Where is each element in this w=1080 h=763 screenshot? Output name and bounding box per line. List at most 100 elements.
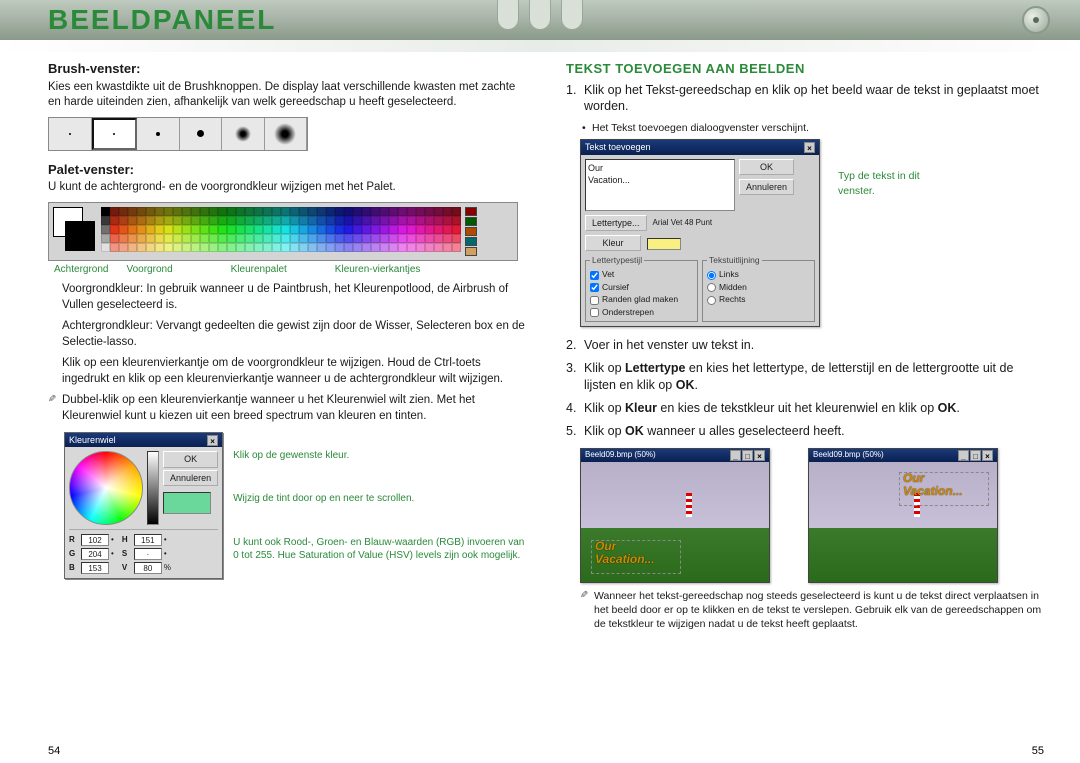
- color-wheel-dialog: Kleurenwiel × OK Annuleren: [64, 432, 223, 579]
- g-label: G: [69, 549, 79, 560]
- left-column: Brush-venster: Kies een kwastdikte uit d…: [48, 60, 526, 635]
- wheel-cap-1: Klik op de gewenste kleur.: [233, 449, 526, 463]
- page-spread: BEELDPANEEL Brush-venster: Kies een kwas…: [0, 0, 1080, 763]
- overlay-text: OurVacation...: [595, 540, 655, 566]
- result-thumbnails: Beeld09.bmp (50%)_□× OurVacation... Beel…: [580, 448, 1044, 583]
- h-field[interactable]: 151: [134, 534, 162, 546]
- rad-right[interactable]: Rechts: [707, 294, 810, 305]
- brush-cell[interactable]: [49, 118, 92, 150]
- brush-cell[interactable]: [265, 118, 308, 150]
- style-legend: Lettertypestijl: [590, 255, 644, 266]
- wheel-captions: Klik op de gewenste kleur. Wijzig de tin…: [233, 432, 526, 579]
- s-field[interactable]: ·: [134, 548, 162, 560]
- steps-list: Klik op het Tekst-gereedschap en klik op…: [566, 82, 1044, 116]
- content-columns: Brush-venster: Kies een kwastdikte uit d…: [0, 52, 1080, 635]
- steps-list-2: Voer in het venster uw tekst in. Klik op…: [566, 337, 1044, 439]
- foreground-swatch[interactable]: [65, 221, 95, 251]
- wheel-tip: Dubbel-klik op een kleurenvierkantje wan…: [48, 393, 526, 424]
- ok-button[interactable]: OK: [163, 451, 218, 467]
- h-label: H: [122, 535, 132, 546]
- thumb-title: Beeld09.bmp (50%): [813, 450, 884, 461]
- wheel-cap-2: Wijzig de tint door op en neer te scroll…: [233, 492, 526, 506]
- click-note: Klik op een kleurenvierkantje om de voor…: [62, 356, 526, 387]
- brush-strip: [48, 117, 308, 151]
- color-wheel[interactable]: [69, 451, 143, 525]
- label-bg: Achtergrond: [54, 263, 108, 277]
- close-icon[interactable]: ×: [754, 450, 765, 461]
- close-icon[interactable]: ×: [804, 142, 815, 153]
- max-icon[interactable]: □: [742, 450, 753, 461]
- dialog-body: OK Annuleren R102• G204• B153: [65, 447, 222, 578]
- label-sq: Kleuren-vierkantjes: [335, 263, 421, 277]
- b-label: B: [69, 563, 79, 574]
- brush-heading: Brush-venster:: [48, 60, 526, 78]
- cancel-button[interactable]: Annuleren: [163, 470, 218, 486]
- palette-panel: [48, 202, 518, 261]
- text-entry-area[interactable]: Our Vacation...: [585, 159, 735, 211]
- thumb-2: Beeld09.bmp (50%) _□× OurVacation...: [808, 448, 998, 583]
- r-field[interactable]: 102: [81, 534, 109, 546]
- overlay-text: OurVacation...: [903, 472, 963, 498]
- label-pal: Kleurenpalet: [231, 263, 287, 277]
- brush-cell[interactable]: [137, 118, 180, 150]
- lighthouse-icon: [686, 493, 692, 517]
- page-title: BEELDPANEEL: [0, 4, 1080, 40]
- close-icon[interactable]: ×: [982, 450, 993, 461]
- palette-desc: U kunt de achtergrond- en de voorgrondkl…: [48, 180, 526, 196]
- tint-swatch: [163, 492, 211, 514]
- brush-cell[interactable]: [222, 118, 265, 150]
- dialog-side-caption: Typ de tekst in dit venster.: [838, 169, 938, 197]
- brush-desc: Kies een kwastdikte uit de Brushknoppen.…: [48, 80, 526, 111]
- thumb-1: Beeld09.bmp (50%)_□× OurVacation...: [580, 448, 770, 583]
- dialog-titlebar: Tekst toevoegen ×: [581, 140, 819, 154]
- thumb-image: OurVacation...: [809, 462, 997, 582]
- cancel-button[interactable]: Annuleren: [739, 179, 794, 195]
- extra-swatches[interactable]: [465, 207, 477, 256]
- v-field[interactable]: 80: [134, 562, 162, 574]
- chk-bold[interactable]: Vet: [590, 269, 693, 280]
- bg-note: Achtergrondkleur: Vervangt gedeelten die…: [62, 319, 526, 350]
- align-legend: Tekstuitlijning: [707, 255, 762, 266]
- fg-bg-swatches[interactable]: [53, 207, 97, 255]
- brush-cell-selected[interactable]: [92, 118, 138, 150]
- min-icon[interactable]: _: [730, 450, 741, 461]
- dialog-title: Tekst toevoegen: [585, 141, 651, 153]
- text-add-dialog: Tekst toevoegen × Our Vacation... OK Ann…: [580, 139, 820, 327]
- min-icon[interactable]: _: [958, 450, 969, 461]
- footnote: Wanneer het tekst-gereedschap nog steeds…: [580, 589, 1044, 632]
- g-field[interactable]: 204: [81, 548, 109, 560]
- palette-notes: Voorgrondkleur: In gebruik wanneer u de …: [62, 282, 526, 387]
- r-label: R: [69, 535, 79, 546]
- max-icon[interactable]: □: [970, 450, 981, 461]
- font-button[interactable]: Lettertype...: [585, 215, 647, 231]
- rad-center[interactable]: Midden: [707, 282, 810, 293]
- align-fieldset: Tekstuitlijning Links Midden Rechts: [702, 255, 815, 322]
- label-fg: Voorgrond: [126, 263, 172, 277]
- style-fieldset: Lettertypestijl Vet Cursief Randen glad …: [585, 255, 698, 322]
- palette-labels: Achtergrond Voorgrond Kleurenpalet Kleur…: [54, 263, 526, 277]
- color-palette-grid[interactable]: [101, 207, 461, 256]
- value-slider[interactable]: [147, 451, 159, 525]
- brush-cell[interactable]: [180, 118, 223, 150]
- step-5: Klik op OK wanneer u alles geselecteerd …: [566, 423, 1044, 440]
- chk-smooth[interactable]: Randen glad maken: [590, 294, 693, 305]
- chk-italic[interactable]: Cursief: [590, 282, 693, 293]
- right-column: TEKST TOEVOEGEN AAN BEELDEN Klik op het …: [566, 60, 1044, 635]
- close-icon[interactable]: ×: [207, 435, 218, 446]
- rad-left[interactable]: Links: [707, 269, 810, 280]
- step-2: Voer in het venster uw tekst in.: [566, 337, 1044, 354]
- chk-underline[interactable]: Onderstrepen: [590, 307, 693, 318]
- ok-button[interactable]: OK: [739, 159, 794, 175]
- divider: [0, 40, 1080, 52]
- step-1: Klik op het Tekst-gereedschap en klik op…: [566, 82, 1044, 116]
- palette-heading: Palet-venster:: [48, 161, 526, 179]
- color-button[interactable]: Kleur: [585, 235, 641, 251]
- page-number-left: 54: [48, 745, 60, 757]
- color-swatch[interactable]: [647, 238, 681, 250]
- step1-note: Het Tekst toevoegen dialoogvenster versc…: [580, 121, 1044, 135]
- step-3: Klik op Lettertype en kies het lettertyp…: [566, 360, 1044, 394]
- b-field[interactable]: 153: [81, 562, 109, 574]
- right-heading: TEKST TOEVOEGEN AAN BEELDEN: [566, 60, 1044, 78]
- page-number-right: 55: [1032, 745, 1044, 757]
- dialog-title: Kleurenwiel: [69, 434, 116, 446]
